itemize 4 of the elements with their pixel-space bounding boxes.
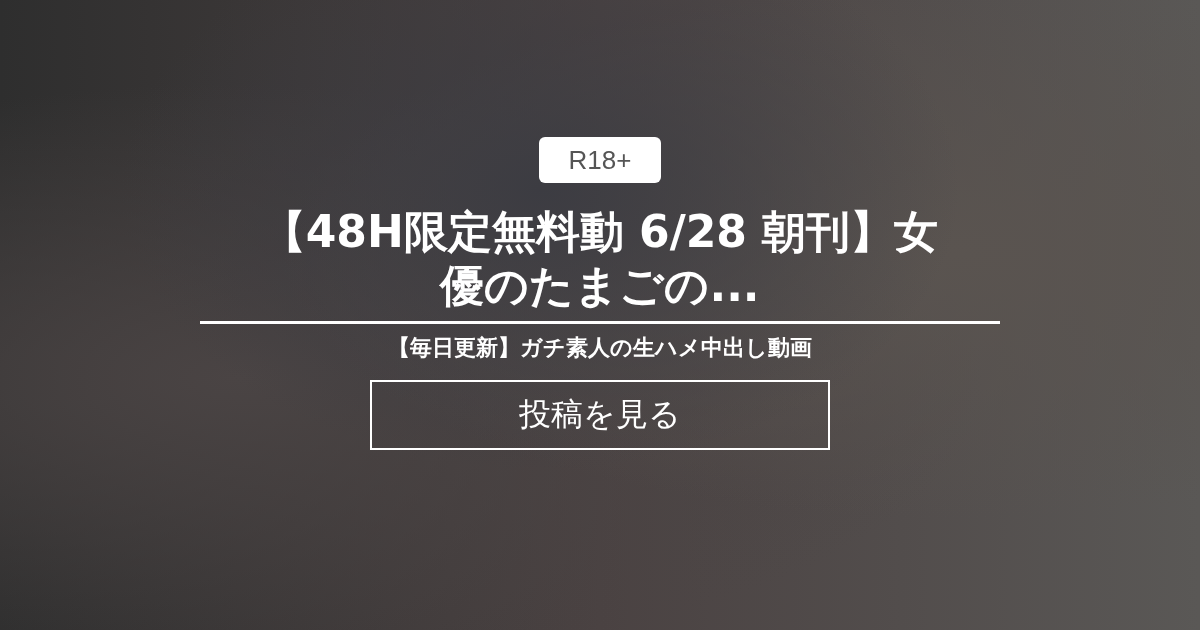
age-rating-badge: R18+ xyxy=(538,137,662,183)
post-title: 【48H限定無料動 6/28 朝刊】女優のたまごの... xyxy=(260,205,940,313)
creator-name: 【毎日更新】ガチ素人の生ハメ中出し動画 xyxy=(387,336,813,360)
view-post-button[interactable]: 投稿を見る xyxy=(370,380,830,450)
